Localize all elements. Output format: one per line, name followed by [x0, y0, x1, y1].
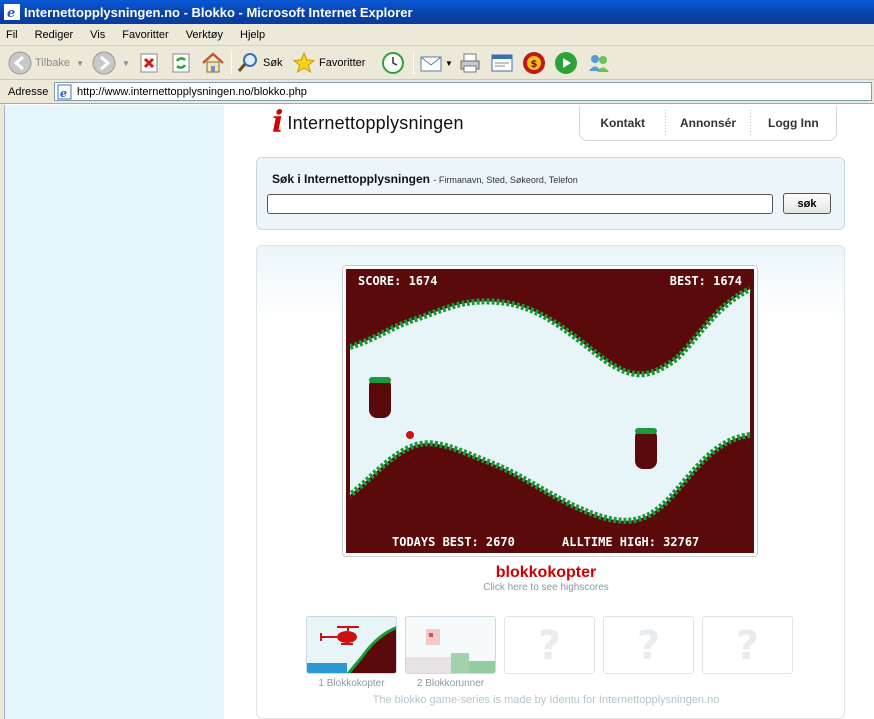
home-icon	[202, 52, 224, 73]
stop-icon	[140, 53, 158, 73]
menu-tools[interactable]: Verktøy	[186, 29, 223, 41]
nav-login-link[interactable]: Logg Inn	[751, 116, 836, 130]
obstacle-block-2	[635, 428, 657, 469]
page-content: i Internettopplysningen Kontakt Annonsér…	[0, 104, 874, 719]
search-panel: Søk i Internettopplysningen - Firmanavn,…	[256, 157, 845, 230]
forward-arrow-icon	[92, 51, 116, 75]
question-mark-icon: ?	[735, 623, 760, 669]
svg-text:$: $	[531, 59, 538, 70]
best-readout: BEST: 1674	[670, 274, 742, 288]
search-title: Søk i Internettopplysningen	[272, 172, 431, 186]
search-input[interactable]	[267, 194, 773, 214]
address-bar: Adresse e http://www.internettopplysning…	[0, 80, 874, 104]
player-ball	[406, 431, 414, 439]
helicopter-thumbnail	[307, 617, 396, 673]
todays-best-readout: TODAYS BEST: 2670	[392, 535, 515, 549]
home-button[interactable]	[201, 50, 225, 76]
site-logo[interactable]: i Internettopplysningen	[272, 105, 464, 140]
game-canvas[interactable]: SCORE: 1674 BEST: 1674 TODAYS BEST: 2670…	[346, 269, 754, 553]
alltime-high-readout: ALLTIME HIGH: 32767	[562, 535, 699, 549]
refresh-button[interactable]	[170, 50, 192, 76]
history-button[interactable]	[381, 50, 405, 76]
toolbar: Tilbake ▼ ▼ Søk Favoritter ▼ $	[0, 46, 874, 80]
svg-text:e: e	[60, 87, 67, 100]
refresh-icon	[172, 53, 190, 73]
printer-icon	[460, 53, 480, 73]
menu-help[interactable]: Hjelp	[240, 29, 265, 41]
menu-view[interactable]: Vis	[90, 29, 105, 41]
game-label-2[interactable]: 2 Blokkorunner	[405, 678, 496, 689]
score-readout: SCORE: 1674	[358, 274, 437, 288]
favorites-button[interactable]: Favoritter	[292, 50, 365, 76]
edit-document-icon	[491, 54, 513, 72]
window-title-bar[interactable]: e Internettopplysningen.no - Blokko - Mi…	[0, 0, 874, 24]
forward-button[interactable]: ▼	[92, 50, 130, 76]
page-icon: e	[57, 84, 72, 100]
mail-envelope-icon	[420, 56, 442, 72]
internet-explorer-icon: e	[4, 4, 20, 20]
nav-advertise-link[interactable]: Annonsér	[666, 116, 749, 130]
search-hint: - Firmanavn, Sted, Søkeord, Telefon	[433, 175, 578, 185]
game-label-1[interactable]: 1 Blokkokopter	[306, 678, 397, 689]
media-play-button[interactable]	[554, 50, 578, 76]
back-arrow-icon	[8, 51, 32, 75]
play-icon	[555, 52, 577, 74]
messenger-people-icon	[589, 55, 609, 72]
search-submit-button[interactable]: søk	[783, 193, 831, 214]
game-thumb-blokkorunner[interactable]	[405, 616, 496, 674]
game-thumb-locked-4: ?	[603, 616, 694, 674]
top-nav: Kontakt Annonsér Logg Inn	[579, 106, 837, 141]
game-thumb-locked-5: ?	[702, 616, 793, 674]
back-dropdown-icon[interactable]: ▼	[76, 59, 84, 68]
svg-text:e: e	[7, 6, 15, 20]
highscores-link[interactable]: Click here to see highscores	[256, 582, 836, 593]
print-button[interactable]	[458, 50, 482, 76]
credit-text: The blokko game-series is made by Identu…	[372, 694, 720, 706]
favorites-star-icon	[292, 51, 316, 74]
forward-dropdown-icon[interactable]: ▼	[122, 59, 130, 68]
casino-chip-button[interactable]: $	[522, 50, 546, 76]
mail-dropdown-icon[interactable]: ▼	[445, 59, 453, 68]
game-canvas-frame[interactable]: SCORE: 1674 BEST: 1674 TODAYS BEST: 2670…	[342, 265, 758, 557]
menu-bar: Fil Rediger Vis Favoritter Verktøy Hjelp	[0, 24, 874, 46]
question-mark-icon: ?	[537, 623, 562, 669]
menu-file[interactable]: Fil	[6, 29, 18, 41]
logo-mark: i	[272, 105, 284, 140]
obstacle-block-1	[369, 377, 391, 418]
window-title: Internettopplysningen.no - Blokko - Micr…	[24, 4, 413, 20]
back-button[interactable]: Tilbake ▼	[8, 50, 84, 76]
left-sidebar	[4, 105, 224, 719]
mail-button[interactable]: ▼	[419, 50, 453, 76]
runner-thumbnail	[406, 617, 495, 673]
address-label: Adresse	[8, 85, 49, 98]
search-magnifier-icon	[237, 53, 257, 72]
history-clock-icon	[382, 52, 404, 74]
game-thumb-blokkokopter[interactable]	[306, 616, 397, 674]
menu-favorites[interactable]: Favoritter	[122, 29, 168, 41]
game-thumb-locked-3: ?	[504, 616, 595, 674]
logo-text: Internettopplysningen	[287, 112, 464, 133]
address-url: http://www.internettopplysningen.no/blok…	[77, 85, 307, 98]
search-button[interactable]: Søk	[236, 50, 283, 76]
menu-edit[interactable]: Rediger	[35, 29, 74, 41]
stop-button[interactable]	[138, 50, 160, 76]
game-title-link[interactable]: blokkokopter	[256, 564, 836, 582]
question-mark-icon: ?	[636, 623, 661, 669]
edit-button[interactable]	[490, 50, 514, 76]
messenger-button[interactable]	[586, 50, 612, 76]
casino-chip-icon: $	[523, 52, 545, 74]
address-input[interactable]: e http://www.internettopplysningen.no/bl…	[54, 82, 872, 101]
nav-contact-link[interactable]: Kontakt	[580, 116, 665, 130]
